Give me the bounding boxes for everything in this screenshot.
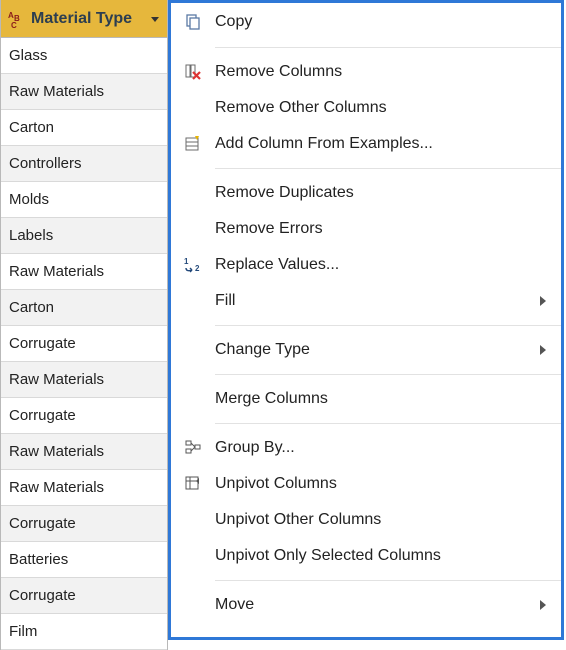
menu-label: Remove Columns xyxy=(215,63,547,81)
menu-remove-errors[interactable]: Remove Errors xyxy=(171,211,561,247)
submenu-arrow-icon xyxy=(539,599,547,611)
column-context-menu: Copy Remove Columns Remove Other Columns… xyxy=(168,0,564,640)
table-row[interactable]: Corrugate xyxy=(1,578,167,614)
table-row[interactable]: Molds xyxy=(1,182,167,218)
table-row[interactable]: Carton xyxy=(1,290,167,326)
menu-unpivot-other-columns[interactable]: Unpivot Other Columns xyxy=(171,502,561,538)
column-header[interactable]: A B C Material Type xyxy=(1,0,167,38)
menu-label: Merge Columns xyxy=(215,390,547,408)
table-row[interactable]: Film xyxy=(1,614,167,650)
menu-label: Group By... xyxy=(215,439,547,457)
column-dropdown-icon[interactable] xyxy=(149,13,161,25)
copy-icon xyxy=(171,13,215,31)
menu-change-type[interactable]: Change Type xyxy=(171,332,561,368)
table-row[interactable]: Carton xyxy=(1,110,167,146)
menu-label: Add Column From Examples... xyxy=(215,135,547,153)
column-title: Material Type xyxy=(31,10,132,28)
replace-values-icon: 1 2 xyxy=(171,256,215,274)
svg-text:C: C xyxy=(11,21,17,29)
menu-replace-values[interactable]: 1 2 Replace Values... xyxy=(171,247,561,283)
text-type-icon: A B C xyxy=(5,8,27,30)
menu-merge-columns[interactable]: Merge Columns xyxy=(171,381,561,417)
table-row[interactable]: Glass xyxy=(1,38,167,74)
menu-label: Replace Values... xyxy=(215,256,547,274)
add-column-examples-icon xyxy=(171,135,215,153)
table-row[interactable]: Corrugate xyxy=(1,398,167,434)
menu-label: Remove Errors xyxy=(215,220,547,238)
menu-label: Unpivot Other Columns xyxy=(215,511,547,529)
table-row[interactable]: Raw Materials xyxy=(1,254,167,290)
table-row[interactable]: Raw Materials xyxy=(1,434,167,470)
menu-label: Change Type xyxy=(215,341,539,359)
table-row[interactable]: Labels xyxy=(1,218,167,254)
menu-move[interactable]: Move xyxy=(171,587,561,623)
menu-separator xyxy=(215,325,561,326)
menu-separator xyxy=(215,168,561,169)
menu-add-column-from-examples[interactable]: Add Column From Examples... xyxy=(171,126,561,162)
table-row[interactable]: Raw Materials xyxy=(1,74,167,110)
menu-unpivot-only-selected-columns[interactable]: Unpivot Only Selected Columns xyxy=(171,538,561,574)
unpivot-icon xyxy=(171,475,215,493)
remove-columns-icon xyxy=(171,63,215,81)
menu-remove-duplicates[interactable]: Remove Duplicates xyxy=(171,175,561,211)
menu-separator xyxy=(215,580,561,581)
submenu-arrow-icon xyxy=(539,295,547,307)
menu-label: Fill xyxy=(215,292,539,310)
svg-text:1: 1 xyxy=(184,257,189,266)
table-row[interactable]: Controllers xyxy=(1,146,167,182)
menu-unpivot-columns[interactable]: Unpivot Columns xyxy=(171,466,561,502)
svg-text:2: 2 xyxy=(195,264,200,273)
table-row[interactable]: Raw Materials xyxy=(1,362,167,398)
menu-separator xyxy=(215,374,561,375)
menu-separator xyxy=(215,47,561,48)
menu-label: Unpivot Only Selected Columns xyxy=(215,547,547,565)
menu-label: Move xyxy=(215,596,539,614)
menu-separator xyxy=(215,423,561,424)
menu-fill[interactable]: Fill xyxy=(171,283,561,319)
table-row[interactable]: Corrugate xyxy=(1,506,167,542)
table-row[interactable]: Raw Materials xyxy=(1,470,167,506)
menu-label: Remove Other Columns xyxy=(215,99,547,117)
table-row[interactable]: Corrugate xyxy=(1,326,167,362)
table-row[interactable]: Batteries xyxy=(1,542,167,578)
submenu-arrow-icon xyxy=(539,344,547,356)
menu-remove-columns[interactable]: Remove Columns xyxy=(171,54,561,90)
group-by-icon xyxy=(171,439,215,457)
menu-remove-other-columns[interactable]: Remove Other Columns xyxy=(171,90,561,126)
menu-label: Remove Duplicates xyxy=(215,184,547,202)
column-material-type: A B C Material Type Glass Raw Materials … xyxy=(0,0,168,650)
menu-group-by[interactable]: Group By... xyxy=(171,430,561,466)
menu-label: Copy xyxy=(215,13,547,31)
menu-copy[interactable]: Copy xyxy=(171,3,561,41)
menu-label: Unpivot Columns xyxy=(215,475,547,493)
